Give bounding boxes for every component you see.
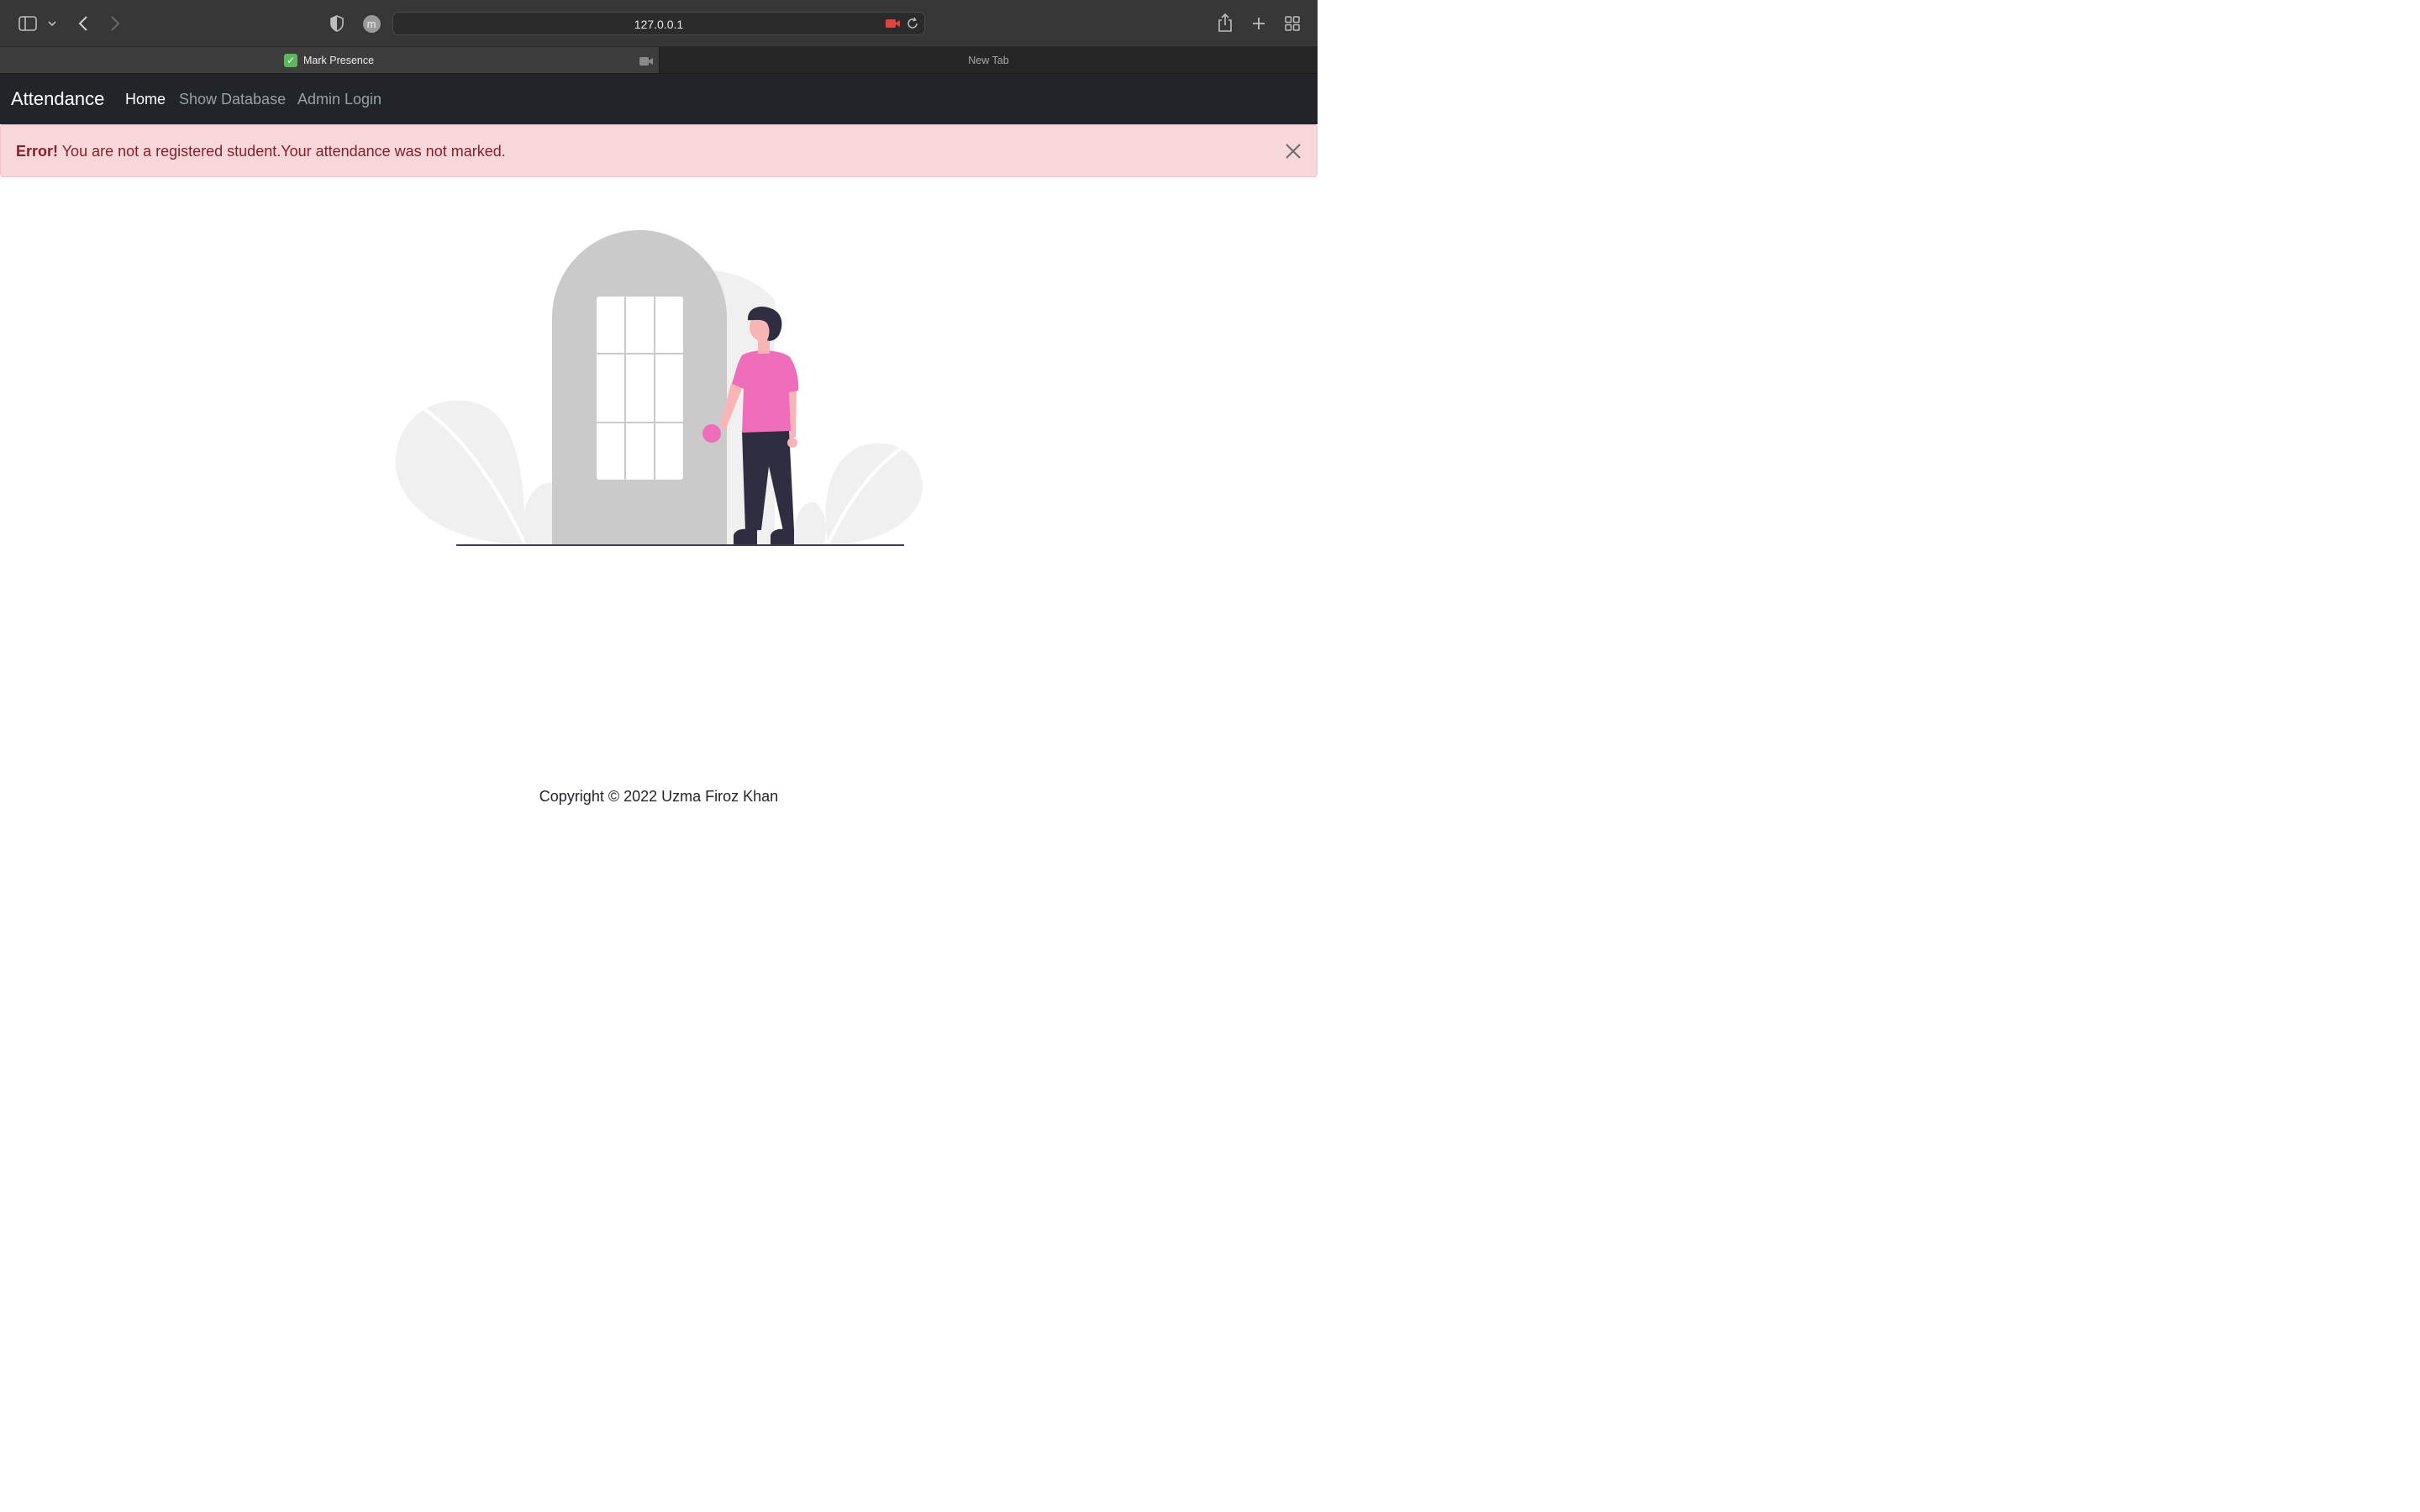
chevron-down-icon[interactable] bbox=[45, 17, 59, 30]
nav-link-admin-login[interactable]: Admin Login bbox=[297, 91, 381, 108]
app-navbar: Attendance Home Show Database Admin Logi… bbox=[0, 74, 1318, 124]
checkmark-icon: ✓ bbox=[284, 54, 297, 67]
navbar-brand[interactable]: Attendance bbox=[11, 88, 104, 110]
nav-link-home[interactable]: Home bbox=[125, 91, 166, 108]
extension-icon[interactable]: m bbox=[362, 14, 381, 33]
close-icon[interactable] bbox=[1283, 141, 1303, 161]
alert-text: Error! You are not a registered student.… bbox=[16, 143, 506, 160]
tab-bar: ✓ Mark Presence New Tab bbox=[0, 47, 1318, 74]
address-bar[interactable]: 127.0.0.1 bbox=[392, 12, 925, 35]
door-illustration bbox=[391, 223, 929, 550]
forward-icon[interactable] bbox=[106, 13, 124, 34]
camera-icon bbox=[639, 55, 653, 66]
tab-label: Mark Presence bbox=[303, 55, 375, 66]
tab-label: New Tab bbox=[968, 55, 1009, 66]
browser-toolbar: m 127.0.0.1 bbox=[0, 0, 1318, 47]
sidebar-toggle-icon[interactable] bbox=[17, 13, 39, 34]
back-icon[interactable] bbox=[74, 13, 92, 34]
nav-link-show-database[interactable]: Show Database bbox=[179, 91, 286, 108]
alert-message: You are not a registered student.Your at… bbox=[61, 143, 506, 160]
reload-icon[interactable] bbox=[906, 17, 919, 30]
share-icon[interactable] bbox=[1216, 12, 1234, 34]
url-text: 127.0.0.1 bbox=[634, 18, 684, 31]
error-alert: Error! You are not a registered student.… bbox=[0, 124, 1318, 177]
tab-new-tab[interactable]: New Tab bbox=[659, 47, 1318, 73]
camera-recording-icon[interactable] bbox=[886, 18, 901, 29]
tab-mark-presence[interactable]: ✓ Mark Presence bbox=[0, 47, 659, 73]
alert-strong: Error! bbox=[16, 143, 59, 160]
new-tab-icon[interactable] bbox=[1249, 14, 1268, 33]
tab-overview-icon[interactable] bbox=[1283, 14, 1302, 33]
footer-copyright: Copyright © 2022 Uzma Firoz Khan bbox=[539, 788, 779, 805]
shield-icon[interactable] bbox=[328, 13, 346, 34]
